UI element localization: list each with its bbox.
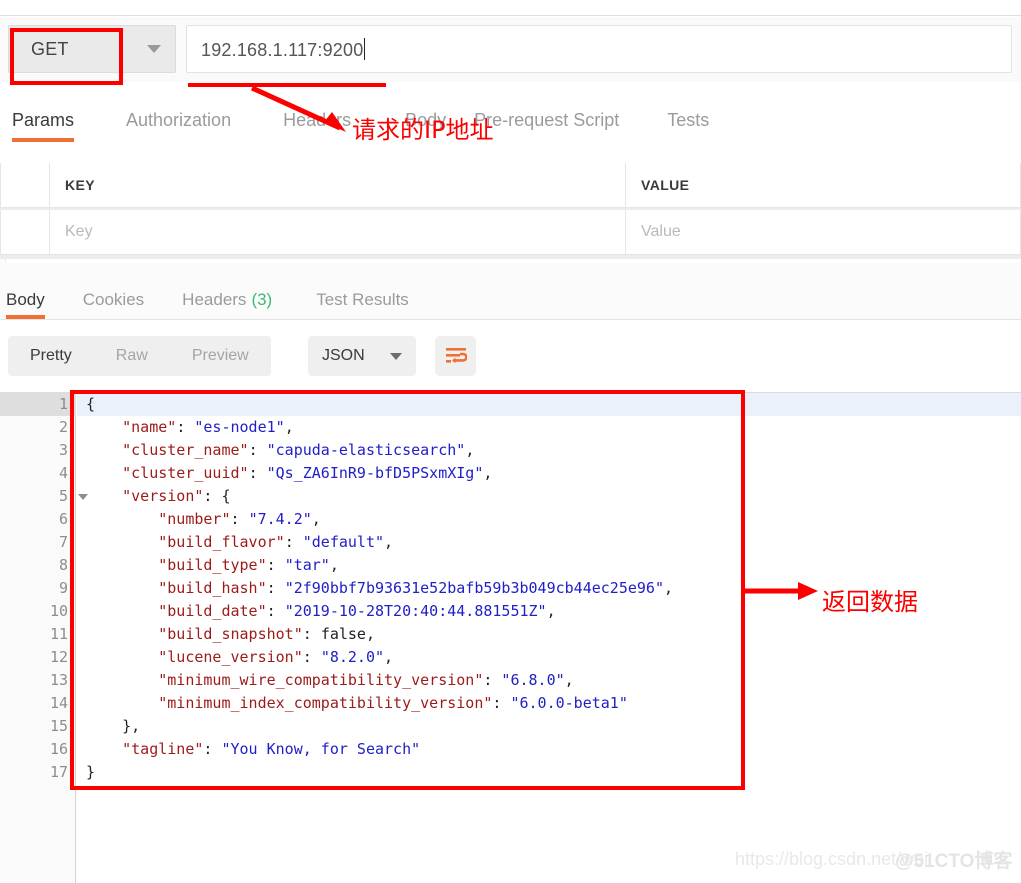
response-body-editor[interactable]: 1 2 3 4 5 6 7 8 9 10 11 12 13 14 15 16 17 { "name": "es-… — [0, 392, 1021, 883]
table-bottom-divider — [0, 255, 1021, 259]
url-input[interactable]: 192.168.1.117:9200 — [186, 25, 1012, 73]
response-tab-body[interactable]: Body — [6, 290, 45, 319]
annotation-arrow-data — [744, 582, 818, 600]
code-line: "cluster_uuid": "Qs_ZA6InR9-bfD5PSxmXIg"… — [122, 464, 493, 482]
line-number: 15 — [49, 717, 68, 735]
format-language-select[interactable]: JSON — [308, 336, 416, 376]
code-line: "lucene_version": "8.2.0", — [158, 648, 394, 666]
params-table: KEY VALUE Key Value — [0, 163, 1021, 259]
line-number: 10 — [49, 602, 68, 620]
annotation-arrow-ip — [250, 85, 346, 132]
line-number: 3 — [58, 441, 68, 459]
tab-tests[interactable]: Tests — [667, 110, 709, 141]
http-method-label: GET — [31, 38, 69, 59]
line-number: 13 — [49, 671, 68, 689]
line-number: 1 — [0, 393, 88, 416]
request-bar: GET 192.168.1.117:9200 — [0, 17, 1021, 82]
window-top-strip — [0, 0, 1021, 16]
watermark-51cto: @51CTO博客 — [895, 851, 1013, 872]
tab-pre-request-script[interactable]: Pre-request Script — [474, 110, 619, 141]
line-number: 16 — [49, 740, 68, 758]
code-line: "minimum_wire_compatibility_version": "6… — [158, 671, 574, 689]
code-line: "tagline": "You Know, for Search" — [122, 740, 421, 758]
response-tab-cookies-label: Cookies — [82, 290, 145, 309]
line-number: 2 — [58, 418, 68, 436]
table-header-row: KEY VALUE — [0, 163, 1021, 208]
request-tab-bar: Params Authorization Headers Body Pre-re… — [0, 82, 1021, 163]
code-line: { — [77, 393, 1021, 416]
response-tab-headers-label: Headers — [182, 290, 247, 309]
response-tab-bar: Body Cookies Headers (3) Test Results — [0, 263, 1021, 320]
code-line: "build_type": "tar", — [158, 556, 339, 574]
code-line: "build_flavor": "default", — [158, 533, 394, 551]
url-input-value: 192.168.1.117:9200 — [201, 37, 366, 60]
annotation-label-ip: 请求的IP地址 — [352, 116, 494, 144]
line-number: 9 — [58, 579, 68, 597]
table-row: Key Value — [0, 210, 1021, 255]
http-method-selector[interactable]: GET — [8, 25, 176, 73]
code-line: "name": "es-node1", — [122, 418, 294, 436]
line-number: 17 — [49, 763, 68, 781]
tab-authorization[interactable]: Authorization — [126, 110, 231, 141]
response-tab-test-results[interactable]: Test Results — [316, 290, 409, 319]
response-tab-test-results-label: Test Results — [316, 290, 409, 309]
response-tab-headers[interactable]: Headers (3) — [182, 290, 272, 319]
chevron-down-icon — [390, 352, 402, 360]
code-line: }, — [122, 717, 141, 735]
key-input[interactable]: Key — [50, 210, 626, 255]
value-input[interactable]: Value — [626, 210, 1021, 255]
header-checkbox-cell — [0, 163, 50, 208]
text-cursor — [364, 37, 366, 60]
chevron-down-icon[interactable] — [133, 45, 175, 53]
line-number: 6 — [58, 510, 68, 528]
format-raw-button[interactable]: Raw — [94, 336, 170, 376]
word-wrap-button[interactable] — [435, 336, 476, 376]
format-pretty-button[interactable]: Pretty — [8, 336, 94, 376]
value-placeholder: Value — [641, 223, 681, 240]
code-line: "cluster_name": "capuda-elasticsearch", — [122, 441, 475, 459]
code-line: "version": { — [122, 487, 231, 505]
format-language-value: JSON — [322, 347, 365, 364]
column-header-key: KEY — [50, 163, 626, 208]
format-segmented-control: Pretty Raw Preview — [8, 336, 271, 376]
response-tab-cookies[interactable]: Cookies — [83, 290, 144, 319]
line-number: 7 — [58, 533, 68, 551]
code-line: "number": "7.4.2", — [158, 510, 321, 528]
code-line: } — [86, 763, 96, 781]
line-number: 12 — [49, 648, 68, 666]
response-tab-body-label: Body — [6, 290, 45, 309]
headers-count-badge: (3) — [251, 290, 273, 309]
line-number: 8 — [58, 556, 68, 574]
line-number-column: 1 2 3 4 5 6 7 8 9 10 11 12 13 14 15 16 17 — [0, 393, 88, 784]
row-checkbox-cell[interactable] — [0, 210, 50, 255]
key-placeholder: Key — [65, 223, 93, 240]
tab-params[interactable]: Params — [12, 110, 75, 142]
code-line: "build_snapshot": false, — [158, 625, 375, 643]
annotation-label-data: 返回数据 — [822, 588, 918, 616]
line-number: 11 — [49, 625, 68, 643]
line-number: 5 — [0, 485, 88, 508]
line-number: 4 — [58, 464, 68, 482]
line-number: 14 — [49, 694, 68, 712]
response-format-toolbar: Pretty Raw Preview JSON — [0, 320, 1021, 392]
code-line: "minimum_index_compatibility_version": "… — [158, 694, 628, 712]
column-header-value: VALUE — [626, 163, 1021, 208]
editor-gutter: 1 2 3 4 5 6 7 8 9 10 11 12 13 14 15 16 17 — [0, 393, 88, 883]
word-wrap-icon — [445, 348, 467, 364]
format-preview-button[interactable]: Preview — [170, 336, 271, 376]
